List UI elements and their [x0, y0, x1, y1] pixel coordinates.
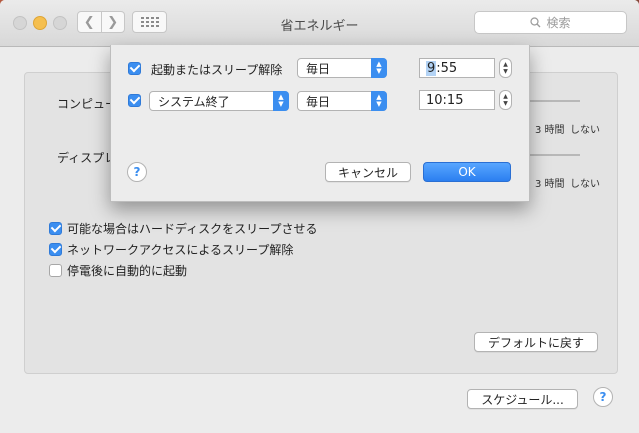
schedule-sheet: 起動またはスリープ解除 毎日 ▲ ▼ 9:55 ▲ ▼ システム終了 ▲ ▼ 毎日 ▲…: [110, 45, 530, 202]
shutdown-schedule-checkbox[interactable]: [128, 94, 141, 107]
power-failure-restart-checkbox[interactable]: [49, 264, 62, 277]
schedule-button[interactable]: スケジュール...: [467, 389, 578, 409]
chevron-up-down-icon: ▲ ▼: [273, 91, 289, 111]
network-wake-checkbox[interactable]: [49, 243, 62, 256]
hard-disk-sleep-checkbox[interactable]: [49, 222, 62, 235]
ok-button[interactable]: OK: [423, 162, 511, 182]
shutdown-action-select[interactable]: システム終了 ▲ ▼: [149, 91, 289, 111]
network-wake-label: ネットワークアクセスによるスリープ解除: [67, 243, 294, 257]
tick-never: しない: [570, 179, 600, 190]
power-failure-restart-option[interactable]: 停電後に自動的に起動: [49, 262, 187, 279]
restore-defaults-button[interactable]: デフォルトに戻す: [474, 332, 598, 352]
shutdown-time-value[interactable]: 10:15: [426, 93, 463, 108]
chevron-up-down-icon: ▲ ▼: [371, 91, 387, 111]
title-bar: ❮ ❯ 省エネルギー 検索: [0, 0, 639, 47]
wake-frequency-select[interactable]: 毎日 ▲ ▼: [297, 58, 387, 78]
wake-time-stepper[interactable]: ▲ ▼: [499, 58, 512, 78]
display-sleep-slider[interactable]: [528, 154, 580, 156]
sheet-help-button[interactable]: ?: [127, 162, 147, 182]
shutdown-frequency-select[interactable]: 毎日 ▲ ▼: [297, 91, 387, 111]
hard-disk-sleep-option[interactable]: 可能な場合はハードディスクをスリープさせる: [49, 220, 317, 237]
shutdown-action-value: システム終了: [158, 94, 230, 109]
search-icon: [530, 17, 541, 28]
shutdown-time-stepper[interactable]: ▲ ▼: [499, 90, 512, 110]
power-failure-restart-label: 停電後に自動的に起動: [67, 264, 188, 278]
display-sleep-label: ディスプレ: [57, 151, 117, 165]
network-wake-option[interactable]: ネットワークアクセスによるスリープ解除: [49, 241, 293, 258]
shutdown-frequency-value: 毎日: [306, 94, 331, 109]
chevron-up-down-icon: ▲ ▼: [371, 58, 387, 78]
search-field[interactable]: 検索: [474, 11, 627, 34]
wake-schedule-label: 起動またはスリープ解除: [151, 63, 283, 77]
cancel-button[interactable]: キャンセル: [325, 162, 411, 182]
tick-3-hours: 3 時間: [535, 179, 565, 190]
help-button[interactable]: ?: [593, 387, 613, 407]
hard-disk-sleep-label: 可能な場合はハードディスクをスリープさせる: [67, 222, 318, 236]
shutdown-time-field[interactable]: 10:15: [419, 90, 495, 110]
wake-minute-segment[interactable]: :55: [436, 61, 457, 76]
wake-frequency-value: 毎日: [306, 61, 331, 76]
tick-3-hours: 3 時間: [535, 125, 565, 136]
wake-hour-segment[interactable]: 9: [426, 60, 437, 76]
tick-never: しない: [570, 125, 600, 136]
search-placeholder: 検索: [546, 16, 571, 30]
computer-sleep-slider[interactable]: [528, 100, 580, 102]
wake-time-field[interactable]: 9:55: [419, 58, 495, 78]
wake-schedule-checkbox[interactable]: [128, 62, 141, 75]
